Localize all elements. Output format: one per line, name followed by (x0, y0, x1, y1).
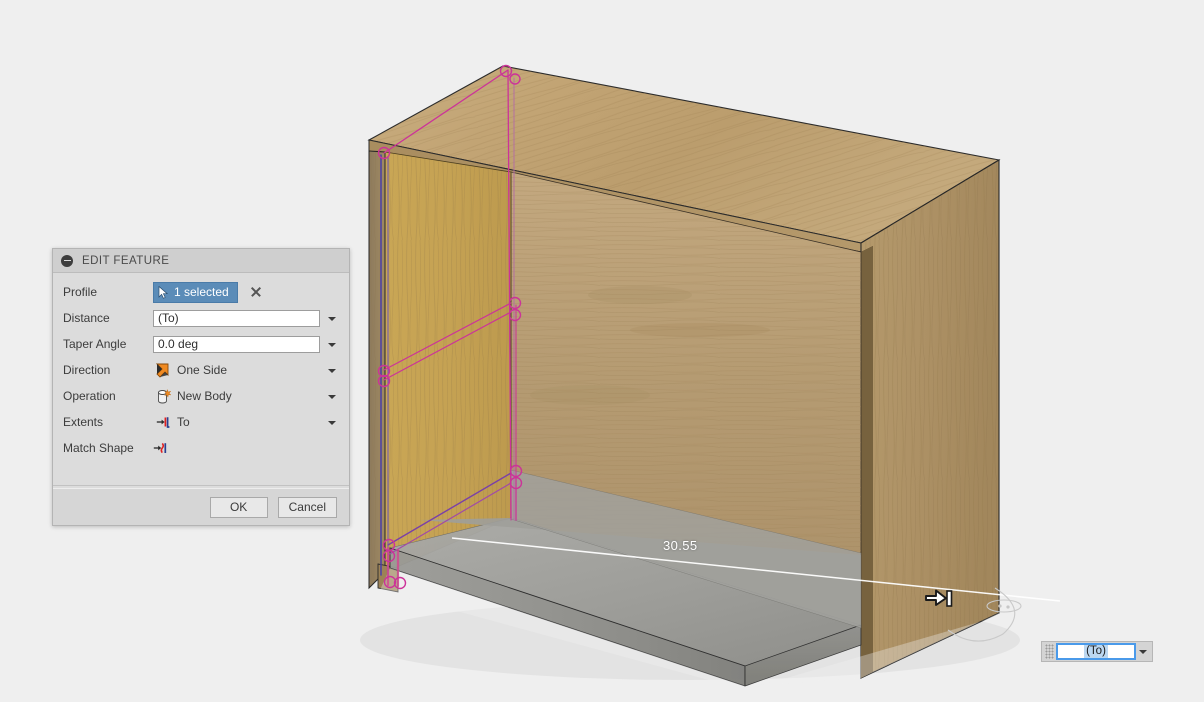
floating-value-text: (To) (1084, 645, 1108, 658)
profile-selection-text: 1 selected (174, 285, 229, 299)
application-window: 30.55 EDIT FEATURE Profile 1 selected (0, 0, 1204, 702)
distance-label: Distance (63, 311, 153, 325)
cancel-button[interactable]: Cancel (278, 497, 337, 518)
drag-grip-icon[interactable] (1045, 644, 1054, 659)
dialog-footer: OK Cancel (53, 488, 349, 525)
operation-label: Operation (63, 389, 153, 403)
operation-dropdown[interactable]: New Body (153, 387, 320, 406)
dialog-title-bar[interactable]: EDIT FEATURE (53, 249, 349, 273)
row-direction: Direction One Side (53, 357, 349, 383)
profile-selection-button[interactable]: 1 selected (153, 282, 238, 303)
distance-input[interactable] (153, 310, 320, 327)
taper-angle-input[interactable] (153, 336, 320, 353)
row-taper-angle: Taper Angle (53, 331, 349, 357)
row-distance: Distance (53, 305, 349, 331)
close-x-icon[interactable] (249, 285, 263, 299)
taper-angle-chevron-down-icon[interactable] (326, 335, 339, 354)
direction-value: One Side (177, 361, 227, 380)
profile-label: Profile (63, 285, 153, 299)
cabinet-left-edge (369, 151, 385, 588)
edit-feature-dialog[interactable]: EDIT FEATURE Profile 1 selected (52, 248, 350, 526)
match-shape-label: Match Shape (63, 441, 153, 455)
dialog-body: Profile 1 selected Distance (53, 273, 349, 488)
floating-value-field[interactable]: (To) (1056, 643, 1136, 660)
new-body-cylinder-icon (156, 389, 171, 404)
row-match-shape: Match Shape (53, 435, 349, 461)
direction-label: Direction (63, 363, 153, 377)
operation-chevron-down-icon[interactable] (326, 387, 339, 406)
operation-value: New Body (177, 387, 232, 406)
direction-chevron-down-icon[interactable] (326, 361, 339, 380)
extents-label: Extents (63, 415, 153, 429)
extents-dropdown[interactable]: To (153, 413, 320, 432)
row-operation: Operation New Body (53, 383, 349, 409)
cabinet-left-inner-panel[interactable] (385, 152, 511, 572)
floating-chevron-down-icon[interactable] (1136, 643, 1150, 660)
direction-dropdown[interactable]: One Side (153, 361, 320, 380)
extents-chevron-down-icon[interactable] (326, 413, 339, 432)
extent-to-icon (156, 415, 171, 430)
cursor-arrow-icon (158, 286, 169, 299)
floating-value-input[interactable]: (To) (1041, 641, 1153, 662)
taper-angle-label: Taper Angle (63, 337, 153, 351)
minus-circle-icon[interactable] (61, 255, 73, 267)
dialog-title-text: EDIT FEATURE (82, 255, 169, 267)
match-shape-icon[interactable] (153, 441, 169, 456)
extents-value: To (177, 413, 190, 432)
row-extents: Extents To (53, 409, 349, 435)
one-side-arrow-icon (156, 363, 171, 378)
ok-button[interactable]: OK (210, 497, 268, 518)
dialog-separator (53, 485, 349, 486)
distance-chevron-down-icon[interactable] (326, 309, 339, 328)
row-profile: Profile 1 selected (53, 279, 349, 305)
